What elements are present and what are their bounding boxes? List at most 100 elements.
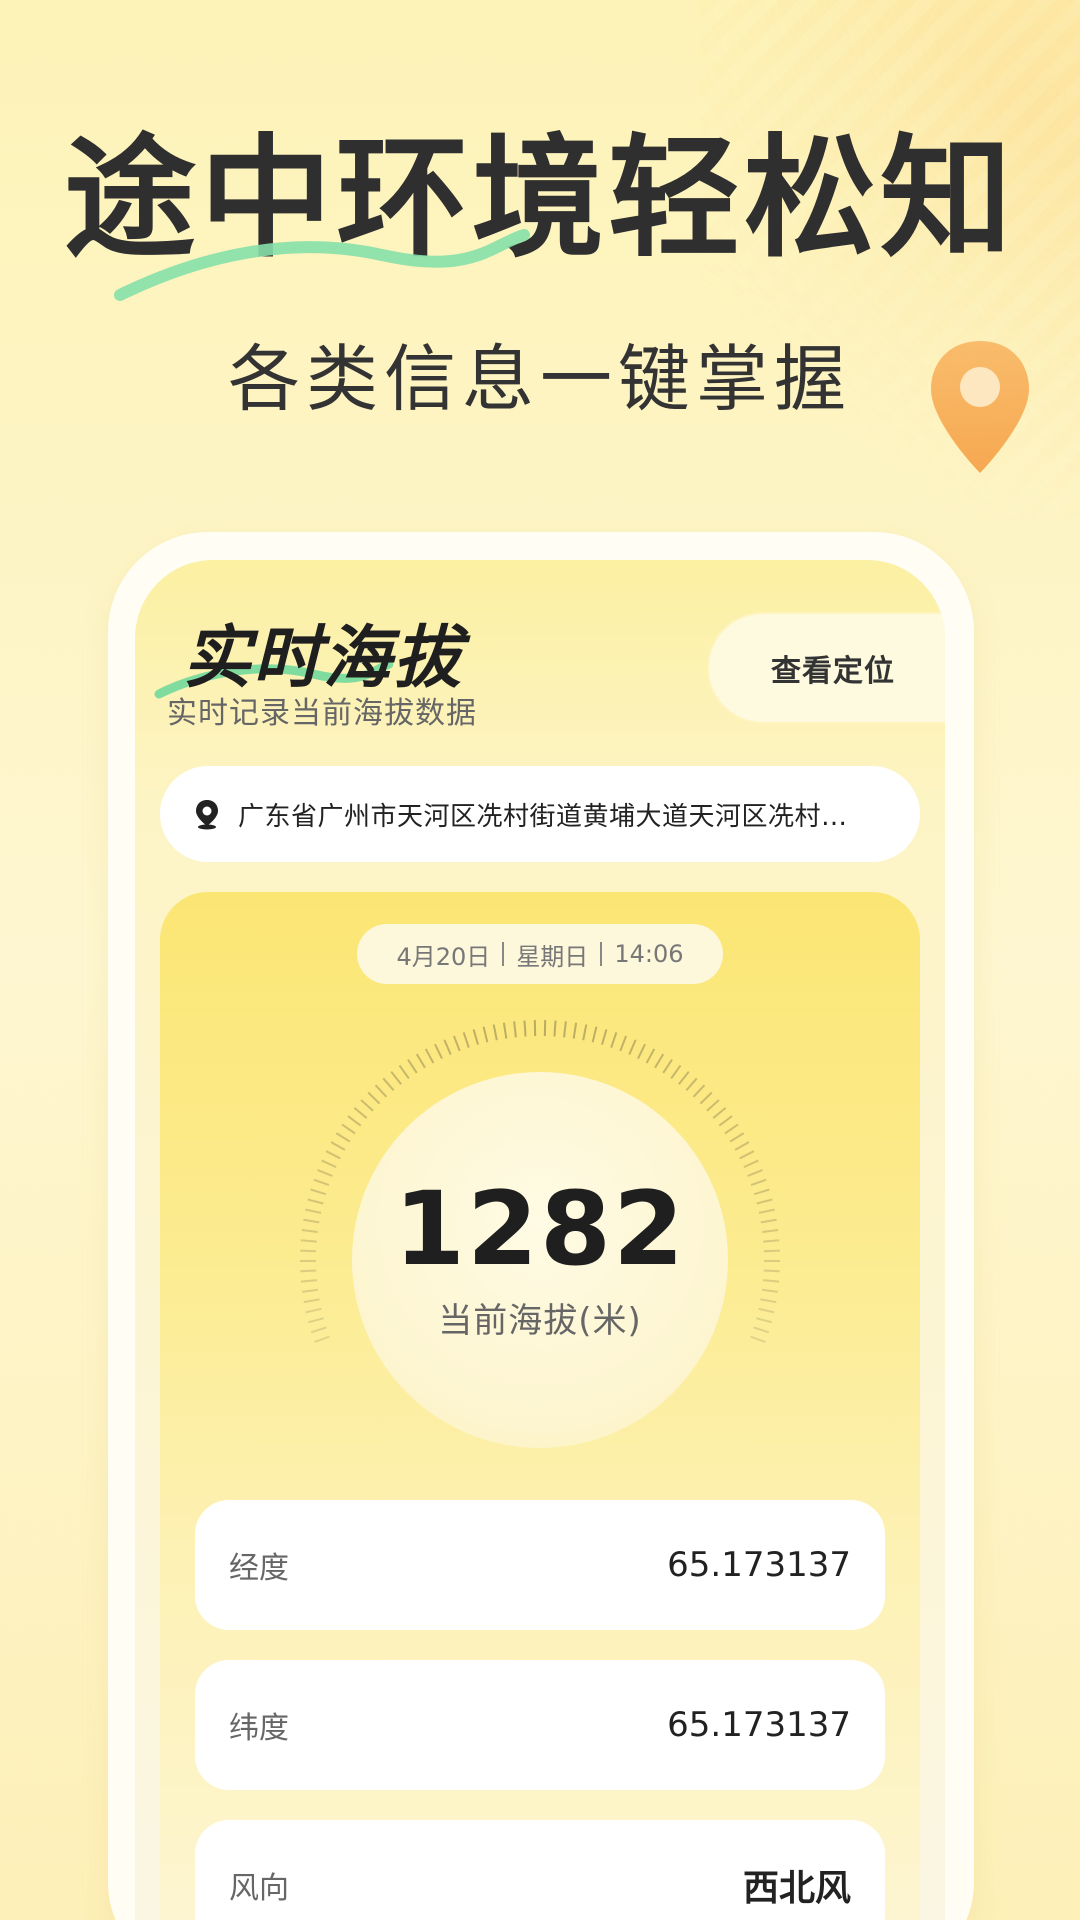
- dial-tick: [415, 1053, 426, 1069]
- dial-tick: [756, 1198, 773, 1205]
- dial-tick: [502, 1022, 508, 1039]
- dial-tick: [300, 1239, 317, 1243]
- dial-tick: [303, 1298, 320, 1304]
- dial-tick: [706, 1099, 720, 1112]
- dial-tick: [739, 1150, 755, 1160]
- address-text: 广东省广州市天河区冼村街道黄埔大道天河区冼村…: [238, 801, 848, 832]
- location-pin-icon: [196, 800, 218, 830]
- wind-direction-label: 风向: [229, 1871, 289, 1906]
- dial-tick: [335, 1132, 351, 1143]
- dial-tick: [762, 1228, 779, 1233]
- longitude-value: 65.173137: [667, 1545, 851, 1585]
- longitude-label: 经度: [229, 1551, 289, 1586]
- time-text: 14:06: [614, 940, 684, 968]
- dial-tick: [482, 1026, 489, 1043]
- dial-tick: [523, 1020, 527, 1037]
- dial-tick: [758, 1307, 775, 1314]
- dial-tick: [321, 1159, 337, 1169]
- dial-tick: [353, 1107, 368, 1119]
- dial-tick: [753, 1188, 770, 1196]
- dial-tick: [398, 1064, 410, 1080]
- dial-tick: [307, 1317, 324, 1324]
- dial-tick: [314, 1335, 330, 1344]
- dial-tick: [743, 1159, 759, 1169]
- dial-tick: [382, 1077, 395, 1092]
- dial-tick: [756, 1317, 773, 1324]
- headline-swoosh-decoration: [114, 229, 530, 301]
- dial-tick: [760, 1298, 777, 1304]
- dial-tick: [367, 1091, 381, 1105]
- dial-tick: [763, 1269, 780, 1273]
- dial-tick: [443, 1039, 452, 1055]
- dial-tick: [692, 1084, 706, 1098]
- dial-tick: [317, 1169, 333, 1177]
- separator: [600, 942, 603, 966]
- dial-tick: [582, 1024, 588, 1041]
- dial-tick: [724, 1123, 739, 1135]
- dial-tick: [699, 1091, 713, 1105]
- dial-tick: [313, 1178, 330, 1186]
- dial-tick: [753, 1326, 770, 1334]
- dial-tick: [718, 1115, 733, 1127]
- dial-tick: [747, 1169, 763, 1177]
- dial-tick: [729, 1132, 745, 1143]
- dial-tick: [685, 1077, 698, 1092]
- dial-tick: [750, 1335, 766, 1344]
- dial-tick: [347, 1115, 362, 1127]
- dial-tick: [645, 1048, 656, 1064]
- dial-tick: [434, 1043, 443, 1060]
- altitude-circle: 1282 当前海拔(米): [352, 1072, 728, 1448]
- separator: [502, 942, 505, 966]
- dial-tick: [301, 1288, 319, 1293]
- dial-tick: [305, 1307, 322, 1314]
- map-pin-icon: [931, 341, 1029, 473]
- address-bar[interactable]: 广东省广州市天河区冼村街道黄埔大道天河区冼村…: [160, 766, 920, 862]
- dial-tick: [390, 1071, 402, 1085]
- dial-tick: [300, 1279, 318, 1283]
- wind-direction-row: 风向 西北风: [195, 1820, 885, 1920]
- dial-tick: [662, 1059, 673, 1074]
- dial-tick: [307, 1198, 324, 1205]
- dial-tick: [407, 1059, 418, 1074]
- screen-title: 实时海拔: [183, 619, 464, 698]
- view-location-button[interactable]: 查看定位: [707, 612, 945, 724]
- dial-tick: [301, 1228, 318, 1233]
- longitude-row: 经度 65.173137: [195, 1500, 885, 1630]
- dial-tick: [762, 1279, 780, 1283]
- latitude-row: 纬度 65.173137: [195, 1660, 885, 1790]
- dial-tick: [310, 1326, 327, 1334]
- dial-tick: [305, 1208, 322, 1214]
- dial-tick: [763, 1239, 780, 1243]
- dial-tick: [572, 1022, 578, 1039]
- dial-tick: [734, 1141, 750, 1151]
- dial-tick: [619, 1035, 627, 1052]
- dial-tick: [303, 1218, 320, 1224]
- dial-tick: [678, 1071, 690, 1085]
- wind-direction-value: 西北风: [742, 1868, 851, 1909]
- screen-subtitle: 实时记录当前海拔数据: [167, 696, 477, 731]
- datetime-pill: 4月20日 星期日 14:06: [357, 924, 723, 984]
- dial-tick: [453, 1035, 461, 1052]
- dial-tick: [360, 1099, 374, 1112]
- latitude-value: 65.173137: [667, 1705, 851, 1745]
- altitude-card: 4月20日 星期日 14:06 1282 当前海拔(米) 经度 65.17313…: [160, 892, 920, 1920]
- dial-tick: [712, 1107, 727, 1119]
- hero-subhead: 各类信息一键掌握: [227, 337, 852, 421]
- latitude-label: 纬度: [229, 1711, 289, 1746]
- dial-tick: [601, 1029, 608, 1046]
- dial-tick: [654, 1053, 665, 1069]
- dial-tick: [763, 1249, 780, 1253]
- dial-tick: [492, 1024, 498, 1041]
- dial-tick: [637, 1043, 646, 1060]
- dial-tick: [300, 1249, 317, 1253]
- dial-tick: [424, 1048, 435, 1064]
- dial-tick: [591, 1026, 598, 1043]
- dial-tick: [462, 1032, 470, 1048]
- dial-tick: [330, 1141, 346, 1151]
- dial-tick: [670, 1064, 682, 1080]
- altitude-label: 当前海拔(米): [438, 1301, 642, 1341]
- dial-tick: [310, 1188, 327, 1196]
- dial-tick: [750, 1178, 767, 1186]
- app-screen: 实时海拔 实时记录当前海拔数据 查看定位 广东省广州市天河区冼村街道黄埔大道天河…: [135, 560, 945, 1920]
- altitude-value: 1282: [394, 1170, 686, 1289]
